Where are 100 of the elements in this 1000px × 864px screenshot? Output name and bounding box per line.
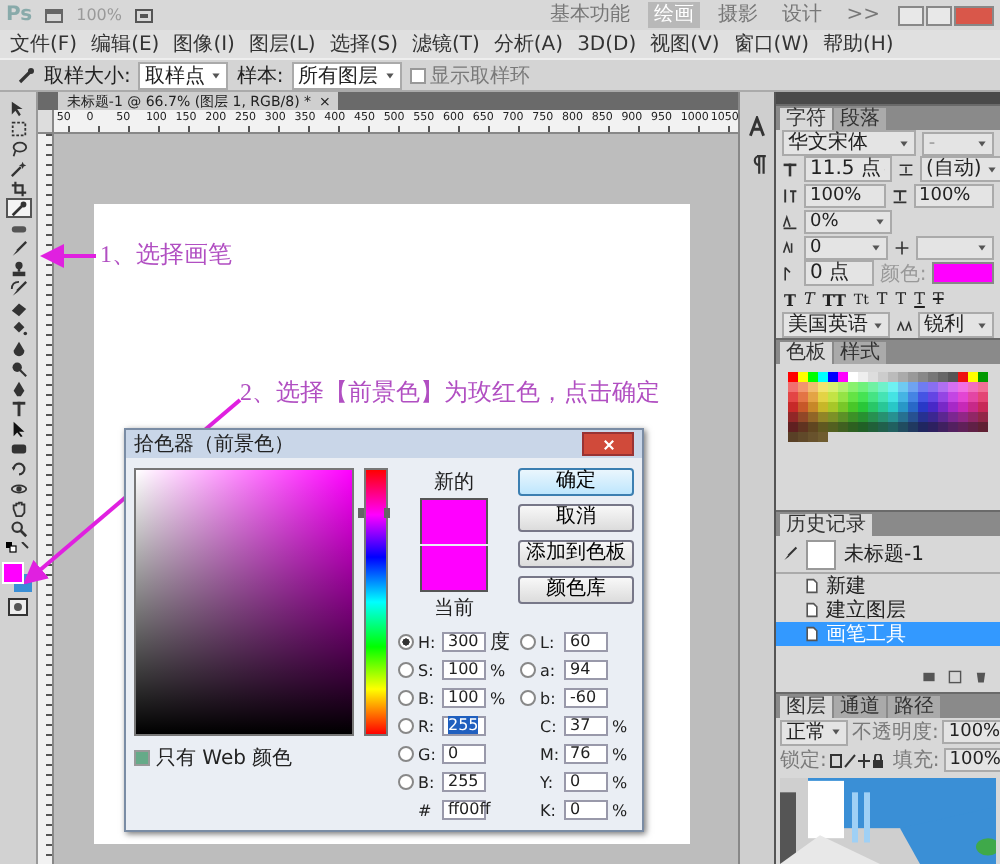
input-field[interactable]: 100 — [442, 688, 486, 708]
ruler-origin[interactable] — [38, 110, 55, 132]
slider-handle[interactable] — [358, 508, 390, 519]
input-field[interactable]: 255 — [442, 716, 486, 736]
tool-button[interactable] — [5, 198, 32, 218]
snapshot-name[interactable]: 未标题-1 — [844, 540, 924, 568]
vertical-scale-field[interactable]: 100% — [804, 183, 885, 207]
radio-button[interactable] — [398, 746, 414, 762]
dialog-button[interactable]: 添加到色板 — [518, 540, 634, 568]
panel-tab[interactable]: 色板 — [780, 342, 832, 364]
tracking-dropdown[interactable]: 0% — [804, 209, 892, 233]
leading-dropdown[interactable]: (自动) — [920, 156, 1000, 182]
lock-pixels-icon[interactable] — [830, 753, 843, 767]
dialog-button[interactable]: 取消 — [518, 504, 634, 532]
menu-item[interactable]: 分析(A) — [493, 30, 564, 58]
history-step[interactable]: 建立图层 — [776, 598, 1000, 622]
minimize-button[interactable] — [898, 5, 924, 25]
input-field[interactable]: 300 — [442, 632, 486, 652]
sample-size-dropdown[interactable]: 取样点 — [138, 61, 229, 89]
radio-button[interactable] — [398, 634, 414, 650]
character-panel-icon[interactable] — [746, 116, 769, 138]
checkbox[interactable] — [134, 750, 150, 766]
fill-field[interactable]: 100% — [943, 748, 1000, 772]
input-field[interactable]: 0 — [564, 772, 608, 792]
quick-mask-icon[interactable] — [8, 598, 29, 616]
kerning-dropdown[interactable]: 0 — [804, 235, 889, 259]
color-field[interactable] — [134, 468, 354, 736]
sample-dropdown[interactable]: 所有图层 — [291, 61, 402, 89]
radio-button[interactable] — [520, 690, 536, 706]
type-style-button[interactable]: T — [914, 290, 925, 308]
input-field[interactable]: 0 — [564, 800, 608, 820]
new-document-icon[interactable] — [948, 670, 962, 684]
menu-item[interactable]: 窗口(W) — [733, 30, 809, 58]
maximize-button[interactable] — [926, 5, 952, 25]
panel-tab[interactable]: 路径 — [888, 696, 940, 718]
hue-slider[interactable] — [364, 468, 388, 736]
window-layout-icon[interactable] — [44, 5, 65, 25]
menu-item[interactable]: 编辑(E) — [91, 30, 160, 58]
trash-icon[interactable] — [974, 670, 988, 684]
input-field[interactable]: 37 — [564, 716, 608, 736]
snapshot-thumbnail[interactable] — [806, 539, 836, 569]
text-color-swatch[interactable] — [932, 262, 994, 284]
radio-button[interactable] — [398, 774, 414, 790]
eyedropper-icon[interactable] — [16, 65, 36, 85]
panel-tab[interactable]: 历史记录 — [780, 514, 872, 536]
type-style-button[interactable]: T — [895, 290, 907, 308]
close-button[interactable] — [954, 5, 994, 25]
menu-item[interactable]: 帮助(H) — [823, 30, 894, 58]
input-field[interactable]: 255 — [442, 772, 486, 792]
snapshot-icon[interactable] — [922, 670, 936, 684]
menu-item[interactable]: 图层(L) — [248, 30, 316, 58]
menu-item[interactable]: 选择(S) — [329, 30, 398, 58]
radio-button[interactable] — [398, 718, 414, 734]
tool-button[interactable] — [5, 518, 32, 538]
horizontal-scale-field[interactable]: 100% — [913, 183, 994, 207]
opacity-field[interactable]: 100% — [942, 720, 1000, 744]
font-size-dropdown[interactable]: 11.5 点 — [804, 156, 892, 182]
lock-brush-icon[interactable] — [844, 753, 857, 767]
panel-tab[interactable]: 样式 — [834, 342, 886, 364]
panel-tab[interactable]: 通道 — [834, 696, 886, 718]
input-field[interactable]: 60 — [564, 632, 608, 652]
blend-mode-dropdown[interactable]: 正常 — [780, 719, 848, 745]
input-field[interactable]: -60 — [564, 688, 608, 708]
menu-item[interactable]: 视图(V) — [650, 30, 720, 58]
type-style-button[interactable]: T — [932, 290, 944, 308]
input-field[interactable]: 100 — [442, 660, 486, 680]
font-family-dropdown[interactable]: 华文宋体 — [782, 130, 917, 156]
type-style-button[interactable]: T — [784, 289, 796, 309]
panel-tab[interactable]: 图层 — [780, 696, 832, 718]
input-field[interactable]: 94 — [564, 660, 608, 680]
dialog-button[interactable]: 颜色库 — [518, 576, 634, 604]
lock-move-icon[interactable] — [858, 753, 871, 767]
radio-button[interactable] — [520, 662, 536, 678]
radio-button[interactable] — [398, 662, 414, 678]
screen-mode-icon[interactable] — [133, 5, 154, 25]
radio-button[interactable] — [398, 690, 414, 706]
type-style-button[interactable]: TT — [822, 289, 846, 309]
menu-item[interactable]: 文件(F) — [10, 30, 78, 58]
menu-item[interactable]: 3D(D) — [577, 33, 637, 55]
history-step[interactable]: 新建 — [776, 574, 1000, 598]
radio-button[interactable] — [520, 634, 536, 650]
antialias-dropdown[interactable]: 锐利 — [918, 312, 994, 338]
input-field[interactable]: ff00ff — [442, 800, 486, 820]
default-colors-icon[interactable] — [6, 542, 31, 554]
lock-icon[interactable] — [872, 753, 885, 767]
input-field[interactable]: 0 — [442, 744, 486, 764]
type-style-button[interactable]: T — [876, 290, 888, 308]
type-style-button[interactable]: T — [803, 290, 815, 308]
dialog-button[interactable]: 确定 — [518, 468, 634, 496]
input-field[interactable]: 76 — [564, 744, 608, 764]
menu-item[interactable]: 图像(I) — [173, 30, 235, 58]
foreground-color-swatch[interactable] — [2, 562, 25, 584]
panel-tab[interactable]: 字符 — [780, 108, 832, 130]
panel-tab[interactable]: 段落 — [834, 108, 886, 130]
baseline-shift-field[interactable]: 0 点 — [804, 260, 874, 286]
tool-button[interactable] — [5, 278, 32, 298]
close-button[interactable] — [582, 432, 634, 456]
menu-item[interactable]: 滤镜(T) — [411, 30, 480, 58]
tool-button[interactable] — [5, 158, 32, 178]
language-dropdown[interactable]: 美国英语 — [782, 312, 890, 338]
